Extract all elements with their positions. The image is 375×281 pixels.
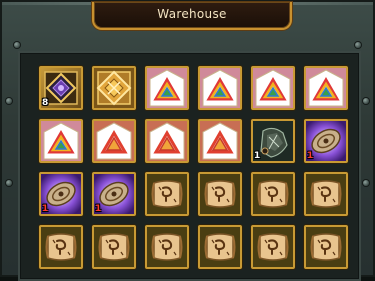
item-quantity: 1 — [307, 151, 314, 161]
inventory-slot[interactable] — [251, 66, 295, 110]
rune-parchment-icon — [253, 227, 293, 267]
window-title: Warehouse — [157, 7, 227, 21]
inventory-slot[interactable] — [198, 66, 242, 110]
rainbow-triangle-scroll-icon — [306, 68, 346, 108]
inventory-slot[interactable] — [251, 172, 295, 216]
rune-parchment-icon — [253, 174, 293, 214]
rainbow-triangle-scroll-icon — [41, 121, 81, 161]
rune-parchment-icon — [200, 174, 240, 214]
rune-parchment-icon — [306, 174, 346, 214]
rivet-icon — [6, 180, 12, 186]
rainbow-triangle-scroll-icon — [200, 68, 240, 108]
inventory-slot[interactable] — [145, 172, 189, 216]
inventory-slot[interactable] — [145, 225, 189, 269]
inventory-slot[interactable] — [92, 225, 136, 269]
inventory-slot[interactable]: 8 — [39, 66, 83, 110]
rivet-icon — [363, 98, 369, 104]
item-quantity: 1 — [254, 151, 261, 161]
inventory-slot[interactable] — [198, 172, 242, 216]
inventory-slot[interactable] — [198, 225, 242, 269]
rainbow-triangle-scroll-icon — [253, 68, 293, 108]
inventory-slot[interactable] — [92, 66, 136, 110]
inventory-slot[interactable]: 1 — [304, 119, 348, 163]
inventory-slot[interactable] — [304, 225, 348, 269]
item-quantity: 1 — [95, 204, 102, 214]
red-triangle-scroll-icon — [94, 121, 134, 161]
rune-parchment-icon — [200, 227, 240, 267]
rivet-icon — [355, 42, 361, 48]
warehouse-window: Warehouse 8 1 1 1 1 — [0, 0, 375, 281]
inventory-slot[interactable] — [92, 119, 136, 163]
inventory-slot[interactable]: 1 — [92, 172, 136, 216]
inventory-slot[interactable] — [198, 119, 242, 163]
rune-parchment-icon — [306, 227, 346, 267]
inventory-slot[interactable] — [145, 119, 189, 163]
inventory-slot[interactable] — [251, 225, 295, 269]
rivet-icon — [363, 180, 369, 186]
rune-parchment-icon — [94, 227, 134, 267]
rune-parchment-icon — [147, 174, 187, 214]
inventory-slot[interactable] — [39, 225, 83, 269]
gold-rune-crystal-icon — [94, 68, 134, 108]
inventory-slot[interactable]: 1 — [251, 119, 295, 163]
item-quantity: 1 — [42, 204, 49, 214]
rune-parchment-icon — [147, 227, 187, 267]
inventory-slot[interactable] — [145, 66, 189, 110]
red-triangle-scroll-icon — [200, 121, 240, 161]
rune-parchment-icon — [41, 227, 81, 267]
rivet-icon — [14, 42, 20, 48]
inventory-slot[interactable] — [304, 66, 348, 110]
inventory-slot[interactable] — [304, 172, 348, 216]
inventory-slot[interactable]: 1 — [39, 172, 83, 216]
red-triangle-scroll-icon — [147, 121, 187, 161]
title-bar: Warehouse — [92, 2, 292, 30]
inventory-panel: 8 1 1 1 1 — [18, 51, 361, 281]
rivet-icon — [6, 98, 12, 104]
item-quantity: 8 — [42, 98, 49, 108]
rainbow-triangle-scroll-icon — [147, 68, 187, 108]
inventory-slot[interactable] — [39, 119, 83, 163]
